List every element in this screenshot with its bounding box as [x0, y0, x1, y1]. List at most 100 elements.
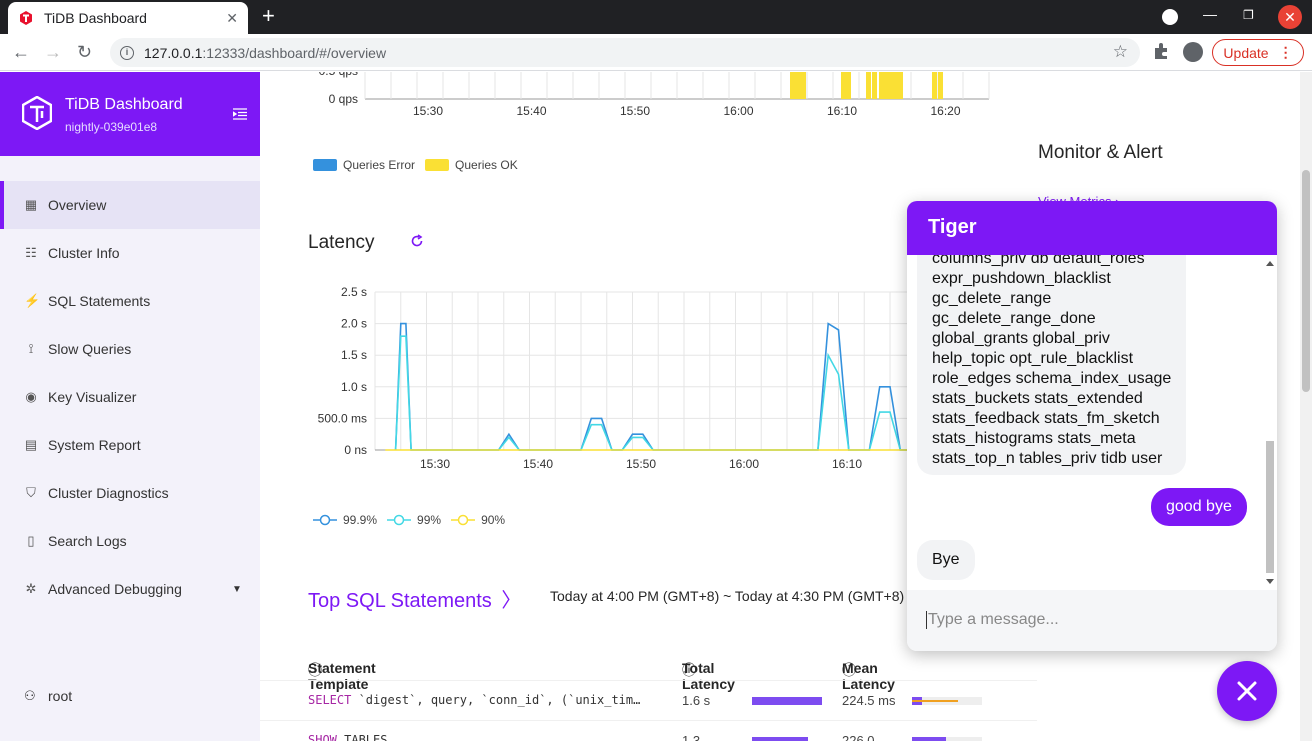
total-latency-bar	[752, 697, 822, 705]
legend-item[interactable]: 90%	[451, 513, 505, 527]
close-icon	[1237, 681, 1257, 701]
legend-label: 99%	[417, 513, 442, 527]
x-tick-label: 15:40	[523, 457, 553, 471]
table-row[interactable]: SHOW TABLES 1.3 226.0	[260, 720, 1037, 741]
y-tick-label: 500.0 ms	[318, 411, 367, 425]
x-tick-label: 16:00	[729, 457, 759, 471]
sidebar-item-system-report[interactable]: ▤ System Report	[0, 421, 260, 469]
info-icon: ⓘ	[842, 662, 856, 678]
extensions-icon[interactable]	[1152, 42, 1170, 60]
sql-text: `digest`, query, `conn_id`, (`unix_tim…	[351, 693, 641, 707]
sidebar-item-label: Advanced Debugging	[48, 581, 182, 597]
bookmark-star-icon[interactable]: ☆	[1113, 42, 1128, 62]
browser-tab[interactable]: TiDB Dashboard ✕	[8, 2, 248, 34]
more-menu-icon[interactable]: ⋮	[1279, 44, 1293, 61]
user-icon: ⚇	[24, 688, 36, 703]
sidebar-item-label: Key Visualizer	[48, 389, 137, 405]
legend-item[interactable]: 99%	[387, 513, 441, 527]
refresh-icon[interactable]	[410, 234, 424, 248]
bot-message-line: expr_pushdown_blacklist	[932, 270, 1111, 287]
mean-bar-range	[912, 700, 958, 702]
sql-keyword: SELECT	[308, 693, 352, 707]
y-tick-label: 2.5 s	[341, 285, 367, 299]
page-scrollbar-thumb[interactable]	[1302, 170, 1310, 392]
chat-close-button[interactable]	[1217, 661, 1277, 721]
url-host: 127.0.0.1	[144, 44, 203, 61]
sidebar-item-cluster-diagnostics[interactable]: ⛉ Cluster Diagnostics	[0, 469, 260, 517]
shield-icon: ⛉	[26, 485, 36, 500]
sql-keyword: SHOW	[308, 733, 337, 741]
user-message: good bye	[1151, 488, 1247, 526]
chat-messages[interactable]: columns_priv db default_roles expr_pushdo…	[907, 255, 1277, 590]
menu-collapse-icon[interactable]	[233, 108, 247, 120]
bot-message-line: gc_delete_range_done	[932, 310, 1096, 327]
sidebar-item-label: Slow Queries	[48, 341, 132, 357]
x-tick-label: 15:40	[516, 104, 546, 118]
tidb-logo-icon	[22, 96, 52, 130]
qps-bar	[866, 72, 871, 99]
cluster-icon: ☷	[25, 245, 37, 260]
restore-icon[interactable]: ❐	[1243, 8, 1254, 22]
url-input[interactable]: i 127.0.0.1:12333/dashboard/#/overview ☆	[110, 38, 1140, 67]
table-row[interactable]: SELECT `digest`, query, `conn_id`, (`uni…	[260, 680, 1037, 720]
statement-template: SELECT `digest`, query, `conn_id`, (`uni…	[308, 693, 663, 707]
site-info-icon[interactable]: i	[120, 45, 134, 60]
bot-message: Bye	[917, 540, 975, 580]
legend-item[interactable]: 99.9%	[313, 513, 377, 527]
statement-template: SHOW TABLES	[308, 733, 663, 741]
legend-label: Queries OK	[455, 158, 518, 172]
sidebar-menu: ▦ Overview ☷ Cluster Info ⚡ SQL Statemen…	[0, 181, 260, 613]
grid-icon: ▦	[24, 197, 38, 212]
minimize-icon[interactable]: —	[1203, 6, 1217, 22]
chat-scrollbar[interactable]	[1263, 255, 1277, 590]
chat-input-placeholder: Type a message...	[928, 611, 1059, 629]
tab-search-icon[interactable]	[1162, 9, 1178, 25]
time-range: Today at 4:00 PM (GMT+8) ~ Today at 4:30…	[550, 588, 905, 604]
user-menu[interactable]: ⚇ root	[24, 688, 72, 704]
back-icon[interactable]: ←	[12, 42, 30, 63]
latency-chart: 2.5 s 2.0 s 1.5 s 1.0 s 500.0 ms 0 ns 15:30 15:…	[318, 285, 910, 471]
window-close-icon[interactable]: ✕	[1278, 5, 1302, 29]
y-tick-label: 1.0 s	[341, 380, 367, 394]
url-path: :12333/dashboard/#/overview	[202, 44, 387, 61]
bot-message-line: gc_delete_range	[932, 290, 1052, 307]
thunder-icon: ⚡	[24, 293, 41, 308]
sidebar-item-key-visualizer[interactable]: ◉ Key Visualizer	[0, 373, 260, 421]
qps-bar	[898, 72, 903, 99]
x-tick-label: 15:50	[620, 104, 650, 118]
profile-icon[interactable]	[1183, 42, 1203, 62]
sidebar-item-cluster-info[interactable]: ☷ Cluster Info	[0, 229, 260, 277]
sql-text: TABLES	[336, 733, 388, 741]
sidebar-item-slow-queries[interactable]: ⟟ Slow Queries	[0, 325, 260, 373]
update-button[interactable]: Update ⋮	[1212, 39, 1304, 66]
update-label: Update	[1223, 44, 1269, 61]
mean-latency-value: 224.5 ms	[842, 693, 896, 708]
top-sql-link[interactable]: Top SQL Statements 〉	[308, 584, 521, 613]
x-tick-label: 16:10	[827, 104, 857, 118]
sidebar-item-overview[interactable]: ▦ Overview	[0, 181, 260, 229]
legend-item[interactable]: Queries Error	[313, 158, 415, 172]
legend-label: 90%	[481, 513, 506, 527]
legend-line-marker-icon	[313, 514, 337, 526]
qps-bar	[872, 72, 877, 99]
legend-item[interactable]: Queries OK	[425, 158, 518, 172]
qps-bar	[884, 72, 889, 99]
sidebar-item-sql-statements[interactable]: ⚡ SQL Statements	[0, 277, 260, 325]
qps-bar	[846, 72, 851, 99]
x-tick-label: 15:30	[420, 457, 450, 471]
file-search-icon: ▯	[27, 533, 35, 548]
sidebar-item-search-logs[interactable]: ▯ Search Logs	[0, 517, 260, 565]
qps-bar	[879, 72, 884, 99]
mean-bar-fill	[912, 737, 946, 741]
sidebar-item-advanced-debugging[interactable]: ✲ Advanced Debugging ▼	[0, 565, 260, 613]
new-tab-icon[interactable]: +	[262, 5, 275, 27]
tab-close-icon[interactable]: ✕	[226, 10, 238, 27]
chat-message-input[interactable]: Type a message...	[907, 590, 1277, 651]
reload-icon[interactable]: ↻	[77, 42, 92, 63]
qps-bar	[938, 72, 943, 99]
qps-legend: Queries Error Queries OK	[313, 158, 528, 172]
forward-icon[interactable]: →	[44, 42, 62, 63]
browser-tab-bar: TiDB Dashboard ✕ + — ❐ ✕	[0, 0, 1312, 34]
latency-title: Latency	[308, 232, 375, 253]
total-latency-value: 1.6 s	[682, 693, 711, 708]
